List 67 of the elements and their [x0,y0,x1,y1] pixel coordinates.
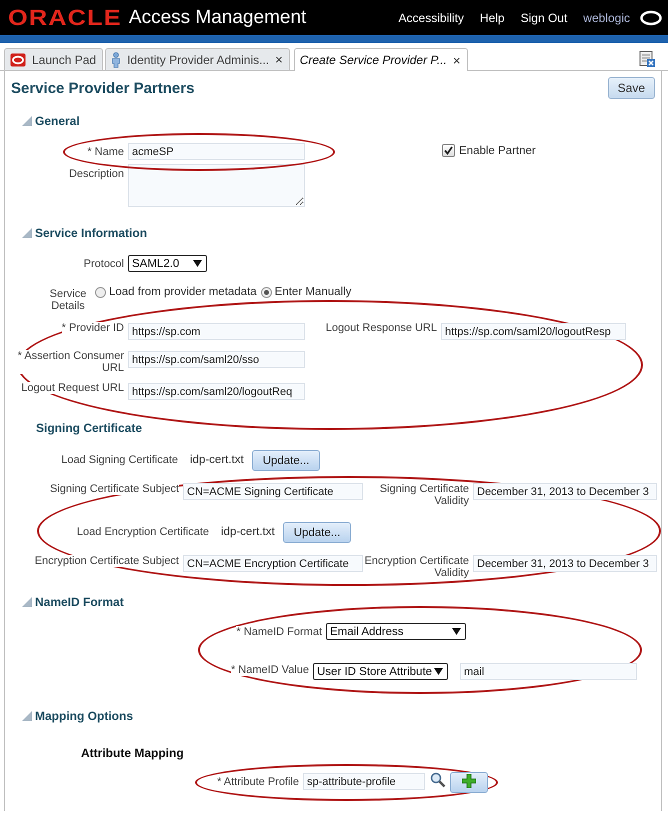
header-link[interactable]: Help [480,10,505,24]
close-icon[interactable]: × [275,52,283,67]
update-button[interactable]: Update... [252,450,320,471]
field-label: Logout Response URL [326,322,437,334]
input-field[interactable]: December 31, 2013 to December 3 [473,483,657,500]
search-icon[interactable] [430,772,446,788]
section-heading[interactable]: Service Information [35,226,148,240]
input-field[interactable]: CN=ACME Encryption Certificate [183,555,363,572]
file-name: idp-cert.txt [189,453,245,466]
input-field[interactable]: https://sp.com/saml20/logoutResp [441,323,626,340]
field-label: Logout Request URL [21,382,124,394]
input-field[interactable]: acmeSP [128,143,305,160]
add-button[interactable] [450,772,488,793]
input-field[interactable]: https://sp.com [128,323,305,340]
dropdown-arrow-icon [434,668,443,675]
update-button[interactable]: Update... [282,522,352,543]
tab[interactable]: Create Service Provider P... × [294,48,468,71]
field-label: * Provider ID [62,322,124,334]
field-label: * Name [87,146,124,158]
plus-icon [462,774,476,788]
radio-option[interactable]: Enter Manually [260,286,352,298]
user-name: weblogic [583,10,630,24]
check-icon [444,146,453,155]
input-field[interactable]: https://sp.com/saml20/logoutReq [128,383,305,400]
field-label: Description [68,168,124,180]
tab[interactable]: Launch Pad [4,48,104,70]
field-label: Load Signing Certificate [61,454,178,466]
field-label: * NameID Format [236,626,322,638]
header-link[interactable]: Sign Out [520,10,568,24]
oracle-logo: ORACLE [8,4,122,30]
input-field[interactable]: https://sp.com/saml20/sso [128,351,305,368]
file-name: idp-cert.txt [220,525,276,538]
field-label: Load Encryption Certificate [76,526,209,538]
close-tabs-icon[interactable] [638,50,656,68]
checkbox-label: Enable Partner [459,144,536,156]
radio-option[interactable]: Load from provider metadata [95,286,257,298]
dropdown-arrow-icon [193,260,202,267]
input-field[interactable]: CN=ACME Signing Certificate [183,483,363,500]
dropdown[interactable]: Email Address [326,623,466,640]
close-icon[interactable]: × [452,52,460,68]
description-field[interactable] [128,164,305,207]
input-field[interactable]: December 31, 2013 to December 3 [473,555,657,572]
field-label: Signing Certificate Subject [50,483,179,495]
page-title: Service Provider Partners [11,80,194,96]
section-heading[interactable]: Signing Certificate [36,421,142,435]
dropdown[interactable]: SAML2.0 [128,255,207,272]
input-field[interactable]: sp-attribute-profile [303,773,425,790]
tab[interactable]: Identity Provider Adminis... × [105,48,290,70]
person-icon [111,52,122,68]
field-label: Encryption Certificate Subject [34,555,179,567]
field-label: * Attribute Profile [217,776,299,788]
save-button[interactable]: Save [608,77,655,99]
checkbox[interactable] [442,144,455,157]
field-label: Encryption Certificate Validity [363,555,469,579]
dropdown[interactable]: User ID Store Attribute [313,663,448,680]
input-field[interactable]: mail [460,663,637,680]
subsection-heading: Attribute Mapping [81,746,185,760]
ring-icon [640,10,662,26]
section-heading[interactable]: General [35,114,80,128]
dropdown-arrow-icon [452,628,461,635]
app-title: Access Management [128,6,306,28]
section-heading[interactable]: NameID Format [35,595,124,609]
field-label: Protocol [84,258,124,270]
header-link[interactable]: Accessibility [398,10,464,24]
section-heading[interactable]: Mapping Options [35,709,133,723]
field-label: * NameID Value [230,664,309,676]
oracle-icon [10,52,26,66]
